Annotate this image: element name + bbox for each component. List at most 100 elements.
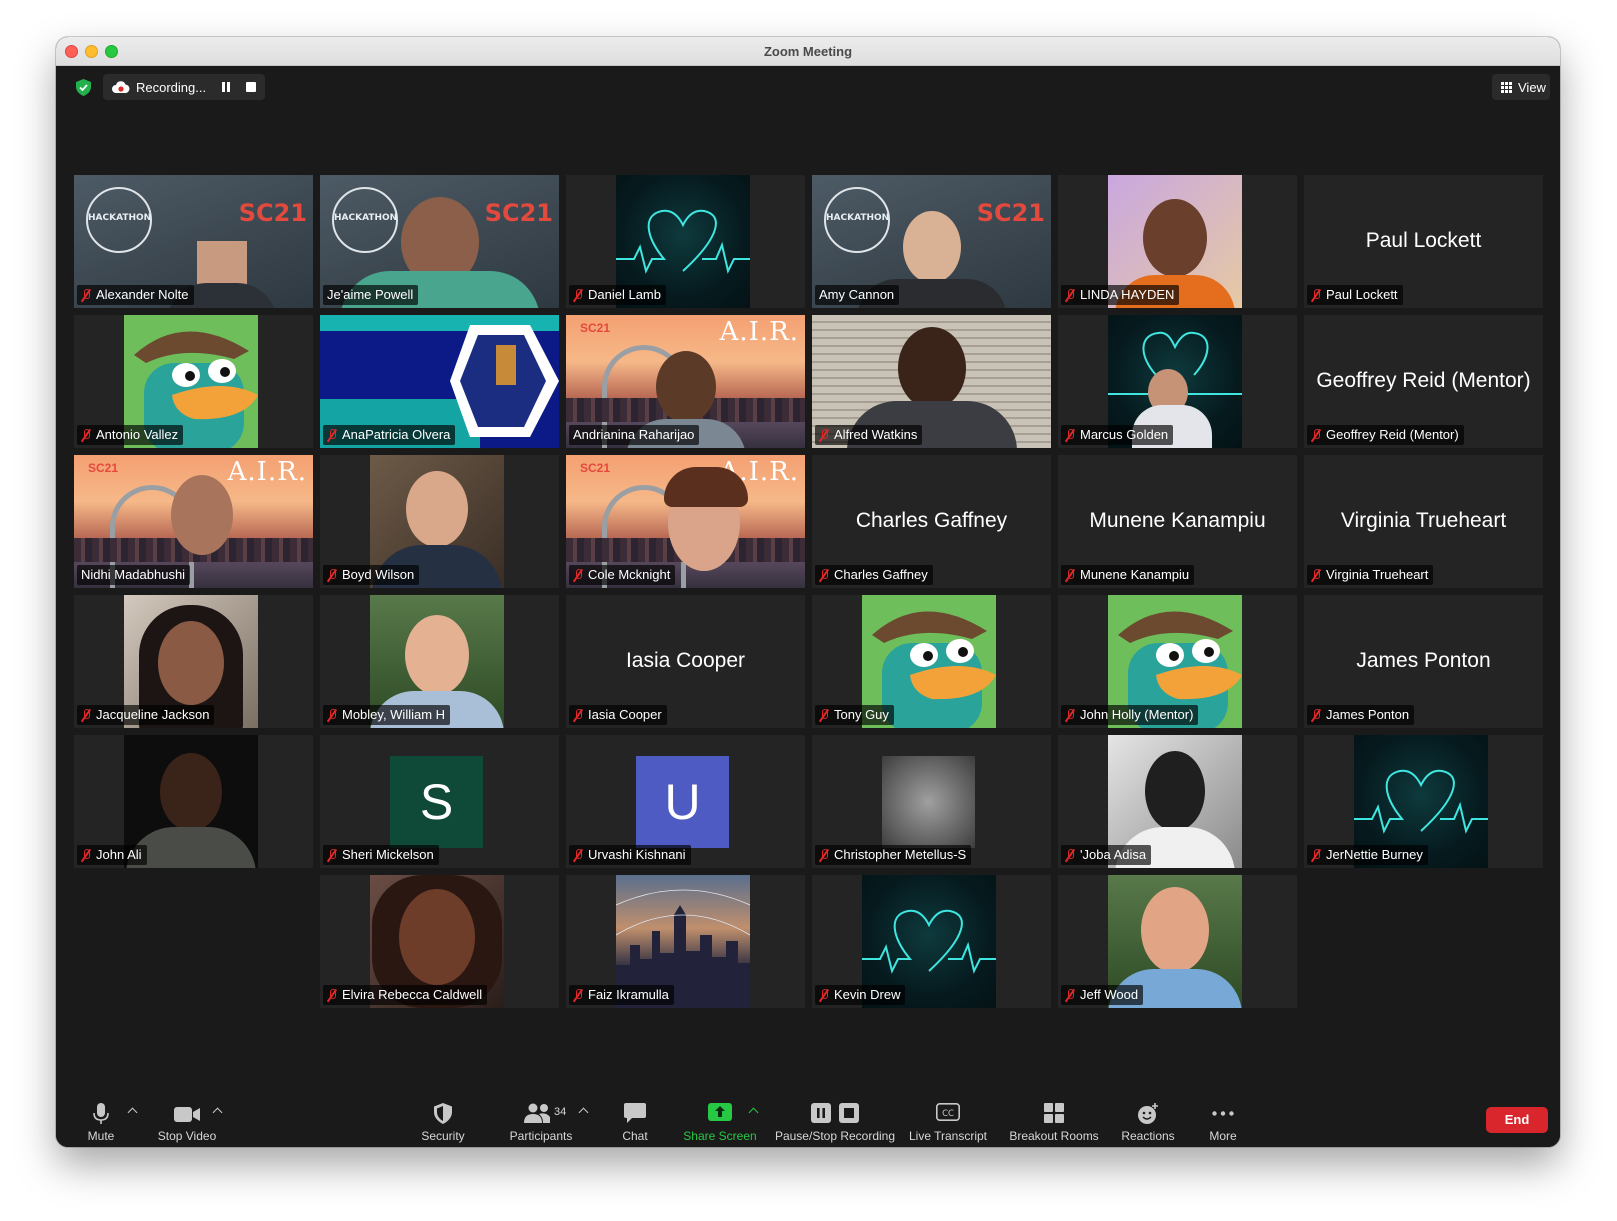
participant-tile[interactable]: LINDA HAYDEN bbox=[1058, 175, 1297, 308]
participant-tile[interactable]: JerNettie Burney bbox=[1304, 735, 1543, 868]
participant-tile[interactable]: John Ali bbox=[74, 735, 313, 868]
participant-tile[interactable]: HACKATHON SC21 Amy Cannon bbox=[812, 175, 1051, 308]
share-screen-icon bbox=[708, 1103, 732, 1121]
participant-tile[interactable]: Daniel Lamb bbox=[566, 175, 805, 308]
mic-muted-icon bbox=[819, 568, 829, 582]
mic-muted-icon bbox=[819, 428, 829, 442]
stop-video-button[interactable]: Stop Video bbox=[152, 1095, 222, 1147]
meeting-toolbar: Mute Stop Video Security 34 Participants… bbox=[56, 1095, 1560, 1147]
participants-options-caret[interactable] bbox=[578, 1107, 589, 1118]
participant-tile[interactable]: Elvira Rebecca Caldwell bbox=[320, 875, 559, 1008]
participant-tile[interactable]: Marcus Golden bbox=[1058, 315, 1297, 448]
person-silhouette bbox=[655, 351, 716, 423]
end-meeting-button[interactable]: End bbox=[1486, 1107, 1548, 1133]
participant-display-name: James Ponton bbox=[1356, 649, 1491, 672]
participant-tile[interactable]: Christopher Metellus-S bbox=[812, 735, 1051, 868]
share-screen-button[interactable]: Share Screen bbox=[682, 1095, 758, 1147]
mic-muted-icon bbox=[1065, 428, 1075, 442]
person-hair bbox=[664, 467, 748, 507]
participant-tile[interactable]: Jacqueline Jackson bbox=[74, 595, 313, 728]
reactions-button[interactable]: Reactions bbox=[1118, 1095, 1178, 1147]
more-button[interactable]: More bbox=[1200, 1095, 1246, 1147]
security-button[interactable]: Security bbox=[418, 1095, 468, 1147]
participant-tile[interactable]: SC21 A.I.R. Nidhi Madabhushi bbox=[74, 455, 313, 588]
encryption-shield-icon[interactable] bbox=[76, 79, 91, 96]
participant-name-label: John Ali bbox=[77, 845, 147, 865]
participants-button[interactable]: 34 Participants bbox=[506, 1095, 576, 1147]
mic-muted-icon bbox=[1311, 288, 1321, 302]
video-camera-icon bbox=[174, 1107, 200, 1122]
breakout-rooms-label: Breakout Rooms bbox=[1009, 1129, 1099, 1143]
hackathon-logo: HACKATHON bbox=[824, 187, 890, 253]
stop-recording-icon[interactable] bbox=[246, 82, 256, 92]
live-transcript-button[interactable]: CC Live Transcript bbox=[906, 1095, 990, 1147]
participant-tile[interactable]: Munene Kanampiu Munene Kanampiu bbox=[1058, 455, 1297, 588]
empty-grid-cell bbox=[1304, 875, 1543, 1008]
participant-name-label: Iasia Cooper bbox=[569, 705, 667, 725]
mute-button[interactable]: Mute bbox=[78, 1095, 124, 1147]
participant-name-label: AnaPatricia Olvera bbox=[323, 425, 456, 445]
pause-stop-recording-button[interactable]: Pause/Stop Recording bbox=[774, 1095, 896, 1147]
participant-tile[interactable]: Geoffrey Reid (Mentor) Geoffrey Reid (Me… bbox=[1304, 315, 1543, 448]
participant-tile[interactable]: Jeff Wood bbox=[1058, 875, 1297, 1008]
participant-tile[interactable]: Alfred Watkins bbox=[812, 315, 1051, 448]
recording-indicator: Recording... bbox=[103, 74, 265, 100]
participant-tile[interactable]: Iasia Cooper Iasia Cooper bbox=[566, 595, 805, 728]
person-silhouette bbox=[902, 211, 961, 283]
participant-name-label: Charles Gaffney bbox=[815, 565, 933, 585]
cloud-recording-icon bbox=[112, 81, 130, 93]
participant-tile[interactable]: John Holly (Mentor) bbox=[1058, 595, 1297, 728]
window-title: Zoom Meeting bbox=[763, 44, 853, 59]
participant-tile[interactable]: Paul Lockett Paul Lockett bbox=[1304, 175, 1543, 308]
participant-tile[interactable]: Virginia Trueheart Virginia Trueheart bbox=[1304, 455, 1543, 588]
mic-muted-icon bbox=[327, 848, 337, 862]
participant-tile[interactable]: Mobley, William H bbox=[320, 595, 559, 728]
zoom-window: Zoom Meeting Recording... View HACKATHON… bbox=[56, 37, 1560, 1147]
participant-name-label: Tony Guy bbox=[815, 705, 894, 725]
participant-tile[interactable]: Boyd Wilson bbox=[320, 455, 559, 588]
participant-tile[interactable]: S Sheri Mickelson bbox=[320, 735, 559, 868]
mic-muted-icon bbox=[1311, 708, 1321, 722]
participant-tile[interactable]: Charles Gaffney Charles Gaffney bbox=[812, 455, 1051, 588]
participant-name-label: Kevin Drew bbox=[815, 985, 906, 1005]
participant-tile[interactable]: AnaPatricia Olvera bbox=[320, 315, 559, 448]
view-button[interactable]: View bbox=[1492, 74, 1550, 100]
participant-name-label: Cole Mcknight bbox=[569, 565, 676, 585]
participants-icon bbox=[524, 1103, 550, 1123]
mic-muted-icon bbox=[327, 568, 337, 582]
more-label: More bbox=[1209, 1129, 1237, 1143]
reactions-label: Reactions bbox=[1121, 1129, 1175, 1143]
audio-options-caret[interactable] bbox=[127, 1107, 138, 1118]
participant-tile[interactable]: U Urvashi Kishnani bbox=[566, 735, 805, 868]
security-shield-icon bbox=[434, 1103, 452, 1124]
participant-name-label: Elvira Rebecca Caldwell bbox=[323, 985, 488, 1005]
view-label: View bbox=[1518, 80, 1546, 95]
participant-name-label: Marcus Golden bbox=[1061, 425, 1174, 445]
breakout-rooms-button[interactable]: Breakout Rooms bbox=[1008, 1095, 1100, 1147]
participant-tile[interactable]: 'Joba Adisa bbox=[1058, 735, 1297, 868]
chat-button[interactable]: Chat bbox=[612, 1095, 658, 1147]
participant-name-label: Jacqueline Jackson bbox=[77, 705, 215, 725]
participant-tile[interactable]: Faiz Ikramulla bbox=[566, 875, 805, 1008]
participant-tile[interactable]: Tony Guy bbox=[812, 595, 1051, 728]
mic-muted-icon bbox=[1065, 708, 1075, 722]
person-silhouette bbox=[405, 615, 469, 695]
participant-tile[interactable]: HACKATHON SC21 Je'aime Powell bbox=[320, 175, 559, 308]
meeting-topbar: Recording... View bbox=[56, 66, 1560, 108]
participant-tile[interactable]: Antonio Vallez bbox=[74, 315, 313, 448]
participant-name-label: Mobley, William H bbox=[323, 705, 451, 725]
security-label: Security bbox=[421, 1129, 465, 1143]
participant-tile[interactable]: James Ponton James Ponton bbox=[1304, 595, 1543, 728]
participant-name-label: LINDA HAYDEN bbox=[1061, 285, 1180, 305]
pause-recording-icon[interactable] bbox=[220, 81, 232, 93]
participant-name-label: Faiz Ikramulla bbox=[569, 985, 674, 1005]
participant-name-label: Andrianina Raharijao bbox=[569, 425, 700, 445]
participant-tile-active-speaker[interactable]: SC21 A.I.R. Andrianina Raharijao bbox=[566, 315, 805, 448]
participant-tile[interactable]: HACKATHON SC21 Alexander Nolte bbox=[74, 175, 313, 308]
participant-tile[interactable]: Kevin Drew bbox=[812, 875, 1051, 1008]
mic-muted-icon bbox=[573, 988, 583, 1002]
mic-muted-icon bbox=[327, 988, 337, 1002]
gallery-view: HACKATHON SC21 Alexander Nolte HACKATHON… bbox=[74, 175, 1544, 1019]
participant-tile[interactable]: SC21 A.I.R. Cole Mcknight bbox=[566, 455, 805, 588]
hackathon-logo: HACKATHON bbox=[332, 187, 398, 253]
